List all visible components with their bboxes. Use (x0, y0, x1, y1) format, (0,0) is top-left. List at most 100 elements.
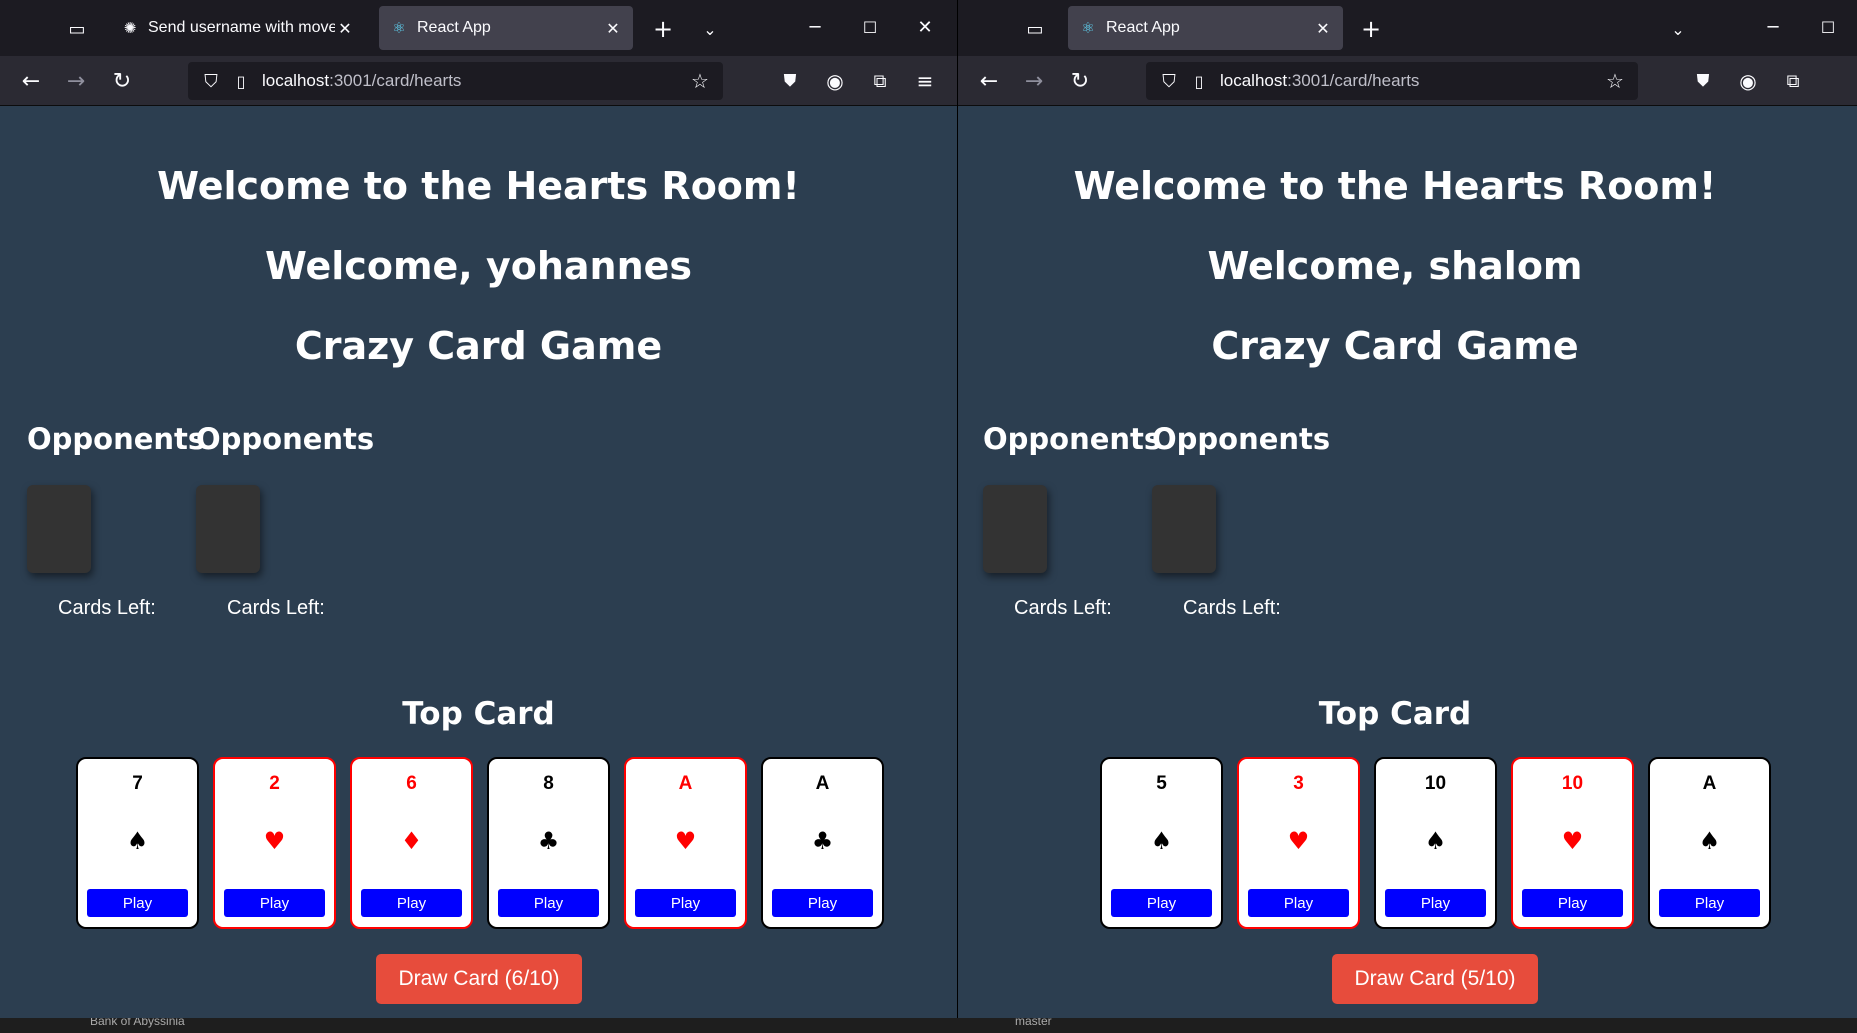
close-tab-icon[interactable]: ✕ (603, 19, 623, 38)
desktop: ▭ ✺ Send username with moves ✕ ⚛ React A… (0, 0, 1857, 1033)
heart-suit-icon: ♥ (263, 827, 286, 855)
close-tab-icon[interactable]: ✕ (335, 19, 355, 38)
card-rank: 10 (1424, 773, 1447, 794)
opponent-card-back (27, 485, 91, 573)
url-bar[interactable]: ⛉ ▯ localhost:3001/card/hearts ☆ (1146, 62, 1638, 100)
draw-card-button[interactable]: Draw Card (6/10) (376, 954, 582, 1004)
taskbar-item[interactable]: Bank of Abyssinia (90, 1018, 185, 1028)
tab-overview-icon[interactable]: ▭ (62, 14, 92, 44)
new-tab-icon[interactable]: + (648, 14, 678, 44)
back-icon[interactable]: ← (974, 66, 1004, 96)
club-suit-icon: ♣ (811, 827, 834, 855)
pocket-icon[interactable]: ⛊ (775, 66, 805, 96)
tab-label: Send username with moves (148, 19, 335, 36)
card-rank: A (1702, 773, 1717, 794)
game-title: Crazy Card Game (1211, 324, 1579, 368)
top-card-heading: Top Card (402, 696, 555, 732)
tab-label: React App (1106, 19, 1180, 36)
card-rank: 8 (543, 773, 554, 794)
url-host: localhost:3001/card/hearts (1220, 71, 1420, 90)
play-card-button[interactable]: Play (635, 889, 736, 917)
play-card-button[interactable]: Play (498, 889, 599, 917)
draw-card-button[interactable]: Draw Card (5/10) (1332, 954, 1538, 1004)
hand-card: 6 ♦ Play (350, 757, 473, 929)
minimize-icon[interactable]: ─ (800, 12, 830, 42)
reload-icon[interactable]: ↻ (1065, 66, 1095, 96)
play-card-button[interactable]: Play (224, 889, 325, 917)
card-rank: 7 (132, 773, 143, 794)
hand-card: A ♠ Play (1648, 757, 1771, 929)
play-card-button[interactable]: Play (87, 889, 188, 917)
play-card-button[interactable]: Play (1385, 889, 1486, 917)
hand-card: 8 ♣ Play (487, 757, 610, 929)
spade-suit-icon: ♠ (1698, 827, 1721, 855)
bookmark-star-icon[interactable]: ☆ (1602, 68, 1628, 94)
card-rank: A (678, 773, 693, 794)
react-icon: ⚛ (1081, 19, 1095, 37)
tab-react-app[interactable]: ⚛ React App ✕ (379, 6, 633, 50)
taskbar-item[interactable]: master (1015, 1018, 1052, 1028)
react-icon: ⚛ (392, 19, 406, 37)
hand-card: A ♥ Play (624, 757, 747, 929)
game-title: Crazy Card Game (294, 324, 663, 368)
hand-card: 7 ♠ Play (76, 757, 199, 929)
taskbar: Bank of Abyssinia master (0, 1018, 1857, 1033)
chatgpt-icon: ✺ (123, 19, 137, 37)
forward-icon[interactable]: → (1019, 66, 1049, 96)
nav-toolbar: ← → ↻ ⛉ ▯ localhost:3001/card/hearts ☆ ⛊… (958, 56, 1857, 106)
account-icon[interactable]: ◉ (820, 66, 850, 96)
cards-left-label: Cards Left: (227, 597, 325, 619)
play-card-button[interactable]: Play (1522, 889, 1623, 917)
play-card-button[interactable]: Play (361, 889, 462, 917)
tab-react-app[interactable]: ⚛ React App ✕ (1068, 6, 1343, 50)
opponent-heading: Opponents (1152, 422, 1331, 456)
hand-card: 2 ♥ Play (213, 757, 336, 929)
cards-left-label: Cards Left: (58, 597, 156, 619)
list-tabs-chevron-icon[interactable]: ⌄ (1663, 14, 1693, 44)
pocket-icon[interactable]: ⛊ (1688, 66, 1718, 96)
shield-icon[interactable]: ⛉ (1152, 71, 1186, 92)
spade-suit-icon: ♠ (1150, 827, 1173, 855)
play-card-button[interactable]: Play (1111, 889, 1212, 917)
list-tabs-chevron-icon[interactable]: ⌄ (695, 14, 725, 44)
hand-card: 3 ♥ Play (1237, 757, 1360, 929)
play-card-button[interactable]: Play (1659, 889, 1760, 917)
extensions-icon[interactable]: ⧉ (865, 66, 895, 96)
bookmark-star-icon[interactable]: ☆ (687, 68, 713, 94)
card-rank: 10 (1561, 773, 1584, 794)
page-content: Welcome to the Hearts Room! Welcome, yoh… (0, 106, 957, 1018)
tab-send-username[interactable]: ✺ Send username with moves ✕ (110, 6, 365, 50)
close-tab-icon[interactable]: ✕ (1313, 19, 1333, 38)
close-window-icon[interactable]: ✕ (910, 12, 940, 42)
account-icon[interactable]: ◉ (1733, 66, 1763, 96)
url-host: localhost:3001/card/hearts (262, 71, 462, 90)
play-card-button[interactable]: Play (1248, 889, 1349, 917)
hand-card: 5 ♠ Play (1100, 757, 1223, 929)
new-tab-icon[interactable]: + (1356, 14, 1386, 44)
spade-suit-icon: ♠ (1424, 827, 1447, 855)
diamond-suit-icon: ♦ (400, 827, 423, 855)
menu-icon[interactable]: ≡ (910, 66, 940, 96)
spade-suit-icon: ♠ (126, 827, 149, 855)
extensions-icon[interactable]: ⧉ (1778, 66, 1808, 96)
heart-suit-icon: ♥ (1561, 827, 1584, 855)
heart-suit-icon: ♥ (1287, 827, 1310, 855)
forward-icon[interactable]: → (61, 66, 91, 96)
back-icon[interactable]: ← (16, 66, 46, 96)
play-card-button[interactable]: Play (772, 889, 873, 917)
maximize-icon[interactable]: ☐ (1813, 12, 1843, 42)
opponent-heading: Opponents (27, 422, 206, 456)
cards-left-label: Cards Left: (1014, 597, 1112, 619)
maximize-icon[interactable]: ☐ (855, 12, 885, 42)
tab-overview-icon[interactable]: ▭ (1020, 14, 1050, 44)
opponent-card-back (983, 485, 1047, 573)
url-bar[interactable]: ⛉ ▯ localhost:3001/card/hearts ☆ (188, 62, 723, 100)
shield-icon[interactable]: ⛉ (194, 71, 228, 92)
minimize-icon[interactable]: ─ (1758, 12, 1788, 42)
heart-suit-icon: ♥ (674, 827, 697, 855)
opponent-heading: Opponents (196, 422, 375, 456)
tab-bar: ▭ ✺ Send username with moves ✕ ⚛ React A… (0, 0, 957, 56)
reload-icon[interactable]: ↻ (107, 66, 137, 96)
card-rank: 3 (1293, 773, 1304, 794)
nav-toolbar: ← → ↻ ⛉ ▯ localhost:3001/card/hearts ☆ ⛊… (0, 56, 957, 106)
